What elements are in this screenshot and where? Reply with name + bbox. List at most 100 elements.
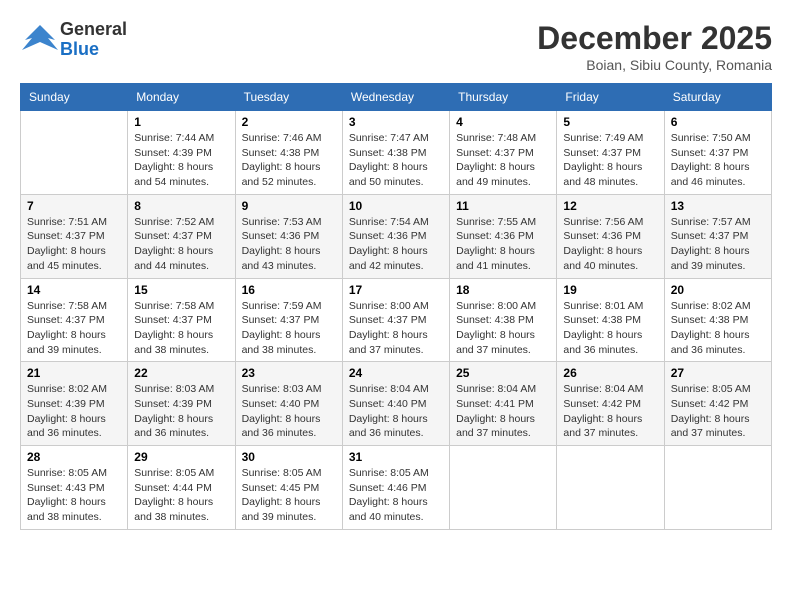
day-info: Sunrise: 7:47 AM Sunset: 4:38 PM Dayligh… xyxy=(349,131,443,190)
calendar-cell: 15 Sunrise: 7:58 AM Sunset: 4:37 PM Dayli… xyxy=(128,278,235,362)
calendar-cell: 1Sunrise: 7:44 AM Sunset: 4:39 PM Daylig… xyxy=(128,111,235,195)
day-number: 27 xyxy=(671,366,765,380)
calendar-cell: 13Sunrise: 7:57 AM Sunset: 4:37 PM Dayli… xyxy=(664,194,771,278)
day-info: Sunrise: 7:48 AM Sunset: 4:37 PM Dayligh… xyxy=(456,131,550,190)
day-number: 30 xyxy=(242,450,336,464)
day-info: Sunrise: 7:49 AM Sunset: 4:37 PM Dayligh… xyxy=(563,131,657,190)
calendar-cell: 14Sunrise: 7:58 AM Sunset: 4:37 PM Dayli… xyxy=(21,278,128,362)
calendar-body: 1Sunrise: 7:44 AM Sunset: 4:39 PM Daylig… xyxy=(21,111,772,530)
day-info: Sunrise: 8:05 AM Sunset: 4:45 PM Dayligh… xyxy=(242,466,336,525)
calendar-cell: 24 Sunrise: 8:04 AM Sunset: 4:40 PM Dayli… xyxy=(342,362,449,446)
calendar-cell: 25Sunrise: 8:04 AM Sunset: 4:41 PM Dayli… xyxy=(450,362,557,446)
calendar-header-monday: Monday xyxy=(128,84,235,111)
day-info: Sunrise: 7:59 AM Sunset: 4:37 PM Dayligh… xyxy=(242,299,336,358)
calendar-cell: 18 Sunrise: 8:00 AM Sunset: 4:38 PM Dayli… xyxy=(450,278,557,362)
calendar-header-sunday: Sunday xyxy=(21,84,128,111)
calendar-cell: 3 Sunrise: 7:47 AM Sunset: 4:38 PM Daylig… xyxy=(342,111,449,195)
day-number: 25 xyxy=(456,366,550,380)
day-info: Sunrise: 7:50 AM Sunset: 4:37 PM Dayligh… xyxy=(671,131,765,190)
calendar-cell: 11Sunrise: 7:55 AM Sunset: 4:36 PM Dayli… xyxy=(450,194,557,278)
day-info: Sunrise: 7:54 AM Sunset: 4:36 PM Dayligh… xyxy=(349,215,443,274)
calendar-header-saturday: Saturday xyxy=(664,84,771,111)
calendar-cell: 10 Sunrise: 7:54 AM Sunset: 4:36 PM Dayli… xyxy=(342,194,449,278)
day-number: 6 xyxy=(671,115,765,129)
calendar-header-thursday: Thursday xyxy=(450,84,557,111)
day-number: 10 xyxy=(349,199,443,213)
day-info: Sunrise: 8:03 AM Sunset: 4:39 PM Dayligh… xyxy=(134,382,228,441)
day-info: Sunrise: 7:51 AM Sunset: 4:37 PM Dayligh… xyxy=(27,215,121,274)
day-info: Sunrise: 8:05 AM Sunset: 4:42 PM Dayligh… xyxy=(671,382,765,441)
calendar-cell: 30 Sunrise: 8:05 AM Sunset: 4:45 PM Dayli… xyxy=(235,446,342,530)
day-info: Sunrise: 7:56 AM Sunset: 4:36 PM Dayligh… xyxy=(563,215,657,274)
day-number: 29 xyxy=(134,450,228,464)
day-number: 4 xyxy=(456,115,550,129)
logo: General Blue xyxy=(20,20,127,60)
day-number: 21 xyxy=(27,366,121,380)
calendar-cell: 27 Sunrise: 8:05 AM Sunset: 4:42 PM Dayli… xyxy=(664,362,771,446)
day-number: 31 xyxy=(349,450,443,464)
calendar-cell: 23 Sunrise: 8:03 AM Sunset: 4:40 PM Dayli… xyxy=(235,362,342,446)
day-info: Sunrise: 8:03 AM Sunset: 4:40 PM Dayligh… xyxy=(242,382,336,441)
day-number: 15 xyxy=(134,283,228,297)
calendar-cell: 2 Sunrise: 7:46 AM Sunset: 4:38 PM Daylig… xyxy=(235,111,342,195)
day-info: Sunrise: 8:02 AM Sunset: 4:38 PM Dayligh… xyxy=(671,299,765,358)
day-number: 9 xyxy=(242,199,336,213)
month-title: December 2025 xyxy=(537,20,772,57)
day-number: 1 xyxy=(134,115,228,129)
calendar-header-row: SundayMondayTuesdayWednesdayThursdayFrid… xyxy=(21,84,772,111)
calendar-cell: 8 Sunrise: 7:52 AM Sunset: 4:37 PM Daylig… xyxy=(128,194,235,278)
calendar-cell xyxy=(21,111,128,195)
calendar-cell xyxy=(557,446,664,530)
day-info: Sunrise: 8:05 AM Sunset: 4:46 PM Dayligh… xyxy=(349,466,443,525)
day-info: Sunrise: 8:00 AM Sunset: 4:38 PM Dayligh… xyxy=(456,299,550,358)
day-info: Sunrise: 8:04 AM Sunset: 4:42 PM Dayligh… xyxy=(563,382,657,441)
calendar-cell: 5 Sunrise: 7:49 AM Sunset: 4:37 PM Daylig… xyxy=(557,111,664,195)
logo-bird-icon xyxy=(20,20,60,55)
calendar-cell: 28 Sunrise: 8:05 AM Sunset: 4:43 PM Dayli… xyxy=(21,446,128,530)
day-info: Sunrise: 8:05 AM Sunset: 4:44 PM Dayligh… xyxy=(134,466,228,525)
day-info: Sunrise: 8:05 AM Sunset: 4:43 PM Dayligh… xyxy=(27,466,121,525)
calendar-cell: 12Sunrise: 7:56 AM Sunset: 4:36 PM Dayli… xyxy=(557,194,664,278)
calendar-cell: 31 Sunrise: 8:05 AM Sunset: 4:46 PM Dayli… xyxy=(342,446,449,530)
calendar-week-5: 28 Sunrise: 8:05 AM Sunset: 4:43 PM Dayli… xyxy=(21,446,772,530)
day-number: 8 xyxy=(134,199,228,213)
day-number: 22 xyxy=(134,366,228,380)
day-number: 18 xyxy=(456,283,550,297)
day-number: 20 xyxy=(671,283,765,297)
calendar-cell: 22 Sunrise: 8:03 AM Sunset: 4:39 PM Dayli… xyxy=(128,362,235,446)
day-info: Sunrise: 8:02 AM Sunset: 4:39 PM Dayligh… xyxy=(27,382,121,441)
day-number: 16 xyxy=(242,283,336,297)
calendar-header-friday: Friday xyxy=(557,84,664,111)
day-info: Sunrise: 7:58 AM Sunset: 4:37 PM Dayligh… xyxy=(134,299,228,358)
calendar-week-4: 21 Sunrise: 8:02 AM Sunset: 4:39 PM Dayli… xyxy=(21,362,772,446)
day-number: 19 xyxy=(563,283,657,297)
day-number: 3 xyxy=(349,115,443,129)
day-number: 24 xyxy=(349,366,443,380)
day-number: 17 xyxy=(349,283,443,297)
calendar-cell: 17 Sunrise: 8:00 AM Sunset: 4:37 PM Dayli… xyxy=(342,278,449,362)
calendar-cell xyxy=(450,446,557,530)
day-number: 5 xyxy=(563,115,657,129)
day-number: 2 xyxy=(242,115,336,129)
day-number: 28 xyxy=(27,450,121,464)
day-number: 7 xyxy=(27,199,121,213)
location-text: Boian, Sibiu County, Romania xyxy=(537,57,772,73)
calendar-cell: 26 Sunrise: 8:04 AM Sunset: 4:42 PM Dayli… xyxy=(557,362,664,446)
day-number: 14 xyxy=(27,283,121,297)
day-number: 23 xyxy=(242,366,336,380)
calendar-cell: 6 Sunrise: 7:50 AM Sunset: 4:37 PM Daylig… xyxy=(664,111,771,195)
day-number: 26 xyxy=(563,366,657,380)
day-info: Sunrise: 8:04 AM Sunset: 4:40 PM Dayligh… xyxy=(349,382,443,441)
calendar-cell: 4 Sunrise: 7:48 AM Sunset: 4:37 PM Daylig… xyxy=(450,111,557,195)
calendar-cell: 9 Sunrise: 7:53 AM Sunset: 4:36 PM Daylig… xyxy=(235,194,342,278)
day-info: Sunrise: 7:46 AM Sunset: 4:38 PM Dayligh… xyxy=(242,131,336,190)
day-info: Sunrise: 7:57 AM Sunset: 4:37 PM Dayligh… xyxy=(671,215,765,274)
day-info: Sunrise: 7:53 AM Sunset: 4:36 PM Dayligh… xyxy=(242,215,336,274)
calendar-cell: 29 Sunrise: 8:05 AM Sunset: 4:44 PM Dayli… xyxy=(128,446,235,530)
calendar-week-1: 1Sunrise: 7:44 AM Sunset: 4:39 PM Daylig… xyxy=(21,111,772,195)
day-info: Sunrise: 8:01 AM Sunset: 4:38 PM Dayligh… xyxy=(563,299,657,358)
day-info: Sunrise: 8:00 AM Sunset: 4:37 PM Dayligh… xyxy=(349,299,443,358)
calendar-header-tuesday: Tuesday xyxy=(235,84,342,111)
day-number: 11 xyxy=(456,199,550,213)
day-info: Sunrise: 7:52 AM Sunset: 4:37 PM Dayligh… xyxy=(134,215,228,274)
